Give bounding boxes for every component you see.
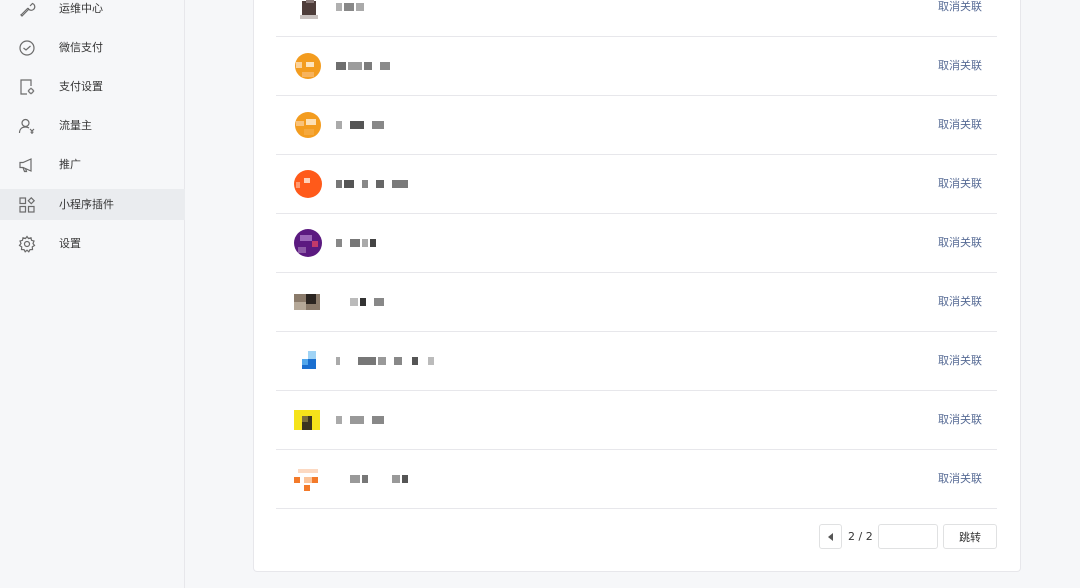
megaphone-icon [18,156,36,174]
unlink-button[interactable]: 取消关联 [938,59,982,73]
payment-settings-icon [18,78,36,96]
plugin-avatar [292,286,324,318]
wechat-pay-icon [18,39,36,57]
plugin-avatar [292,168,324,200]
plugin-name-redacted [336,355,434,367]
sidebar-item-wechat-pay[interactable]: 微信支付 [0,32,185,63]
unlink-button[interactable]: 取消关联 [938,472,982,486]
page-jump-input[interactable] [878,524,938,549]
plugin-grid-icon [18,196,36,214]
pagination-prev-button[interactable] [819,524,842,549]
gear-icon [18,235,36,253]
plugin-name-redacted [336,414,384,426]
plugin-avatar [292,109,324,141]
unlink-button[interactable]: 取消关联 [938,177,982,191]
unlink-button[interactable]: 取消关联 [938,0,982,14]
plugin-name-redacted [336,296,384,308]
plugin-avatar [292,227,324,259]
sidebar-item-promotion[interactable]: 推广 [0,149,185,180]
wrench-icon [18,0,36,18]
plugin-name-redacted [336,60,390,72]
table-row: 取消关联 [276,214,997,273]
sidebar-item-label: 推广 [59,157,81,171]
table-row: 取消关联 [276,0,997,37]
unlink-button[interactable]: 取消关联 [938,354,982,368]
plugin-avatar [292,345,324,377]
table-row: 取消关联 [276,391,997,450]
sidebar-item-ops-center[interactable]: 运维中心 [0,0,185,24]
sidebar-item-label: 支付设置 [59,79,103,93]
plugin-avatar [292,404,324,436]
plugin-avatar [292,50,324,82]
unlink-button[interactable]: 取消关联 [938,295,982,309]
triangle-left-icon [828,532,833,541]
table-row: 取消关联 [276,37,997,96]
table-row: 取消关联 [276,450,997,509]
sidebar: 运维中心 微信支付 支付设置 流量主 推广 小程序插件 设置 [0,0,185,588]
plugin-name-redacted [336,473,408,485]
sidebar-item-label: 微信支付 [59,40,103,54]
plugin-name-redacted [336,1,364,13]
unlink-button[interactable]: 取消关联 [938,413,982,427]
plugin-avatar [292,463,324,495]
plugin-name-redacted [336,119,384,131]
sidebar-item-mini-program-plugins[interactable]: 小程序插件 [0,189,185,220]
unlink-button[interactable]: 取消关联 [938,236,982,250]
traffic-owner-icon [18,117,36,135]
sidebar-item-label: 运维中心 [59,1,103,15]
sidebar-item-label: 流量主 [59,118,92,132]
sidebar-item-settings[interactable]: 设置 [0,228,185,259]
plugin-avatar [292,0,324,23]
plugin-name-redacted [336,178,408,190]
plugin-name-redacted [336,237,376,249]
table-row: 取消关联 [276,96,997,155]
sidebar-item-payment-settings[interactable]: 支付设置 [0,71,185,102]
table-row: 取消关联 [276,332,997,391]
sidebar-item-label: 设置 [59,236,81,250]
sidebar-item-traffic-owner[interactable]: 流量主 [0,110,185,141]
pagination-info: 2 / 2 [848,530,873,543]
table-row: 取消关联 [276,273,997,332]
page-jump-button[interactable]: 跳转 [943,524,997,549]
unlink-button[interactable]: 取消关联 [938,118,982,132]
sidebar-item-label: 小程序插件 [59,197,114,211]
table-row: 取消关联 [276,155,997,214]
